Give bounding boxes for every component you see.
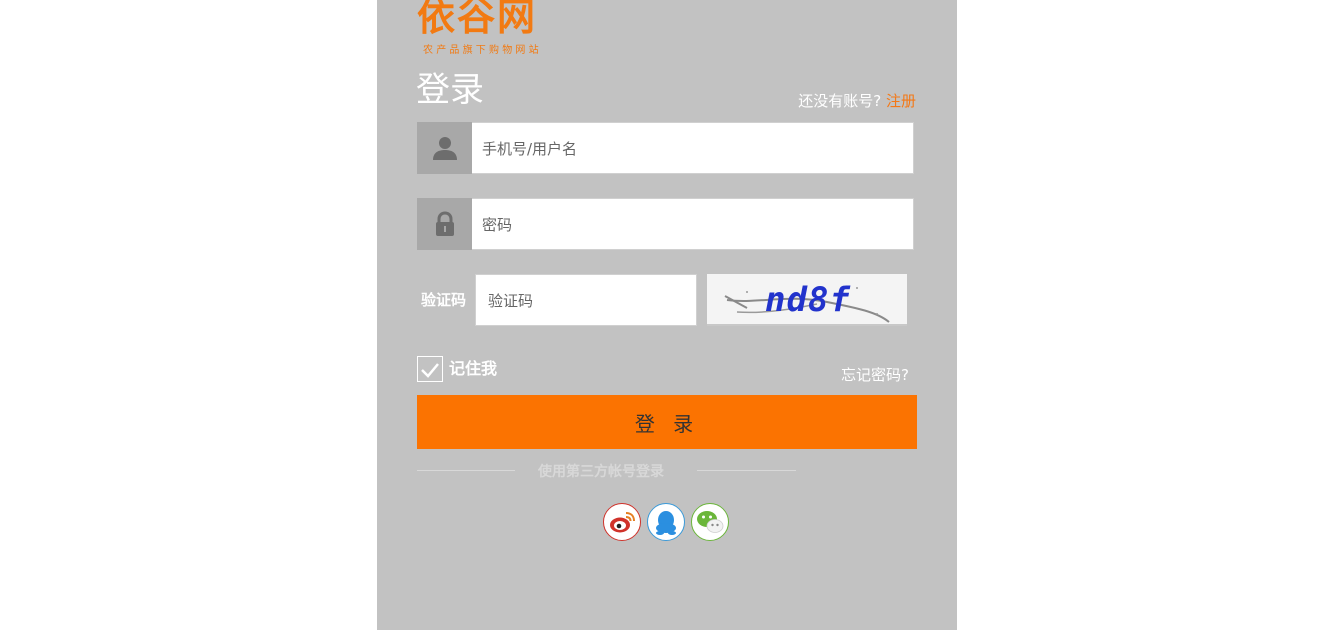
weibo-icon: [610, 512, 635, 533]
signup-row: 还没有账号? 注册: [798, 90, 916, 111]
signup-prompt: 还没有账号?: [798, 92, 882, 110]
logo-tagline: 农产品旗下购物网站: [423, 45, 542, 56]
logo[interactable]: 依谷网 农产品旗下购物网站: [417, 0, 563, 56]
third-party-label: 使用第三方帐号登录: [538, 464, 664, 480]
wechat-icon: [697, 511, 724, 533]
password-field: [417, 198, 914, 250]
username-icon-box: [417, 122, 472, 174]
signup-link[interactable]: 注册: [886, 92, 916, 110]
remember-label: 记住我: [449, 359, 498, 378]
lock-icon: [436, 211, 454, 236]
divider-left: [417, 470, 515, 471]
login-panel: 依谷网 农产品旗下购物网站 登录 还没有账号? 注册 验证码: [377, 0, 957, 630]
password-input[interactable]: [480, 207, 904, 243]
forgot-password-link[interactable]: 忘记密码?: [841, 364, 909, 385]
username-field: [417, 122, 914, 174]
remember-me[interactable]: 记住我: [417, 355, 497, 383]
username-input[interactable]: [480, 131, 904, 167]
user-icon: [433, 137, 457, 160]
divider-right: [697, 470, 796, 471]
logo-name: 依谷网: [417, 0, 538, 39]
checkmark-icon: [421, 363, 439, 378]
login-button[interactable]: 登 录: [417, 395, 917, 449]
qq-icon: [656, 511, 676, 535]
captcha-image[interactable]: nd8f: [707, 274, 907, 326]
captcha-label: 验证码: [421, 291, 467, 309]
wechat-login-button[interactable]: [691, 503, 729, 541]
page-title: 登录: [416, 70, 484, 110]
captcha-input[interactable]: [486, 283, 690, 319]
captcha-field: [475, 274, 697, 326]
remember-checkbox[interactable]: [417, 356, 443, 382]
captcha-text: nd8f: [765, 280, 851, 320]
qq-login-button[interactable]: [647, 503, 685, 541]
weibo-login-button[interactable]: [603, 503, 641, 541]
password-icon-box: [417, 198, 472, 250]
